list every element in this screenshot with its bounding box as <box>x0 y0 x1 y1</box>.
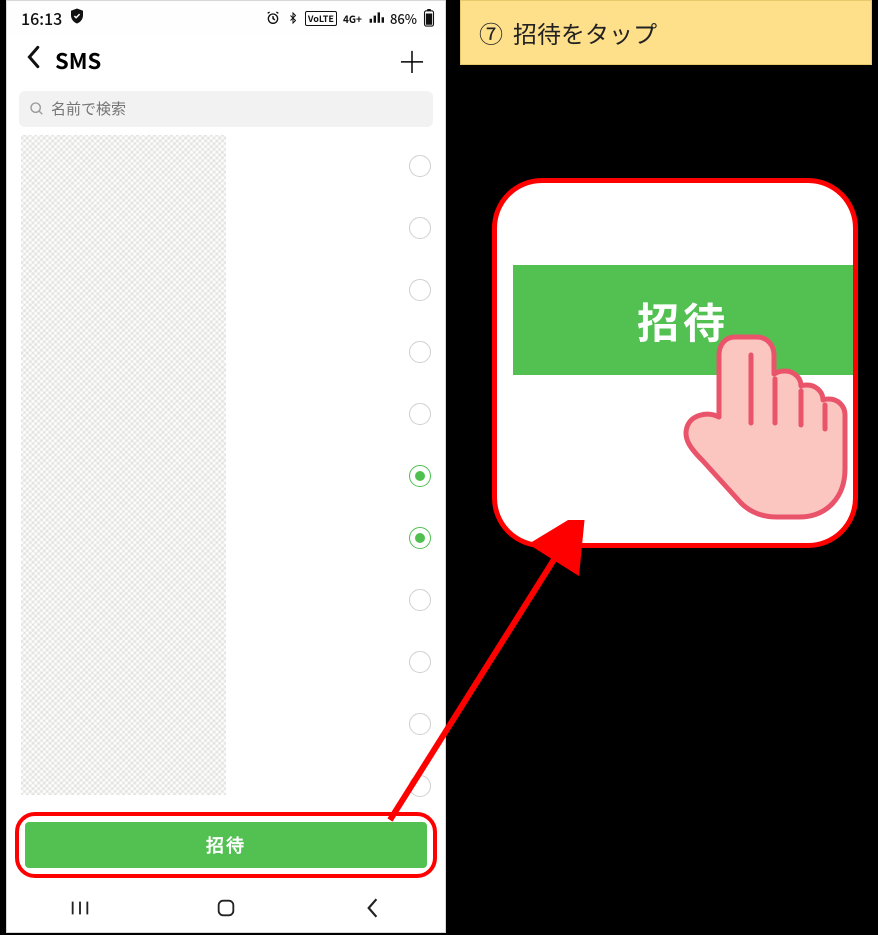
instruction-panel: ⑦ 招待をタップ <box>460 0 872 65</box>
callout-invite-button: 招待 <box>513 265 853 375</box>
step-number: ⑦ <box>479 15 503 50</box>
contact-radio[interactable] <box>409 465 431 487</box>
shield-check-icon <box>68 6 86 30</box>
add-icon[interactable]: ＋ <box>397 38 427 82</box>
search-icon <box>29 101 45 117</box>
android-nav-bar <box>7 884 445 932</box>
contact-row[interactable] <box>21 693 431 755</box>
instruction-text: 招待をタップ <box>513 15 657 50</box>
contact-row[interactable] <box>21 135 431 197</box>
contact-radio[interactable] <box>409 713 431 735</box>
alarm-icon <box>265 10 281 26</box>
callout-bubble: 招待 <box>492 178 858 548</box>
phone-frame: 16:13 VoLTE 4G+ 86% <box>6 0 446 933</box>
page-title: SMS <box>55 44 101 76</box>
contact-radio[interactable] <box>409 279 431 301</box>
invite-button-highlight: 招待 <box>15 812 437 878</box>
contact-radio[interactable] <box>409 775 431 797</box>
title-bar: SMS ＋ <box>7 35 445 85</box>
contact-radio[interactable] <box>409 217 431 239</box>
contact-row[interactable] <box>21 197 431 259</box>
contact-row[interactable] <box>21 507 431 569</box>
contact-row[interactable] <box>21 755 431 808</box>
status-time: 16:13 <box>21 6 62 30</box>
home-icon[interactable] <box>186 897 266 919</box>
invite-button[interactable]: 招待 <box>25 822 427 868</box>
status-bar: 16:13 VoLTE 4G+ 86% <box>7 1 445 35</box>
contact-row[interactable] <box>21 631 431 693</box>
contact-row[interactable] <box>21 383 431 445</box>
bluetooth-icon <box>287 10 299 26</box>
battery-icon <box>423 9 435 27</box>
contact-radio[interactable] <box>409 651 431 673</box>
network-4g-icon: 4G+ <box>343 11 362 26</box>
contact-radio[interactable] <box>409 403 431 425</box>
contact-radio[interactable] <box>409 155 431 177</box>
contact-radio[interactable] <box>409 589 431 611</box>
contact-row[interactable] <box>21 445 431 507</box>
search-bar[interactable] <box>19 91 433 127</box>
search-input[interactable] <box>51 101 423 118</box>
contact-row[interactable] <box>21 569 431 631</box>
back-icon[interactable] <box>25 44 41 76</box>
contact-list[interactable] <box>7 135 445 808</box>
recent-apps-icon[interactable] <box>40 899 120 917</box>
back-nav-icon[interactable] <box>332 897 412 919</box>
callout-invite-label: 招待 <box>637 290 729 351</box>
contact-row[interactable] <box>21 321 431 383</box>
contact-radio[interactable] <box>409 527 431 549</box>
volte-icon: VoLTE <box>305 11 337 26</box>
battery-percent: 86% <box>390 9 417 28</box>
contact-radio[interactable] <box>409 341 431 363</box>
signal-icon <box>368 11 384 25</box>
contact-row[interactable] <box>21 259 431 321</box>
